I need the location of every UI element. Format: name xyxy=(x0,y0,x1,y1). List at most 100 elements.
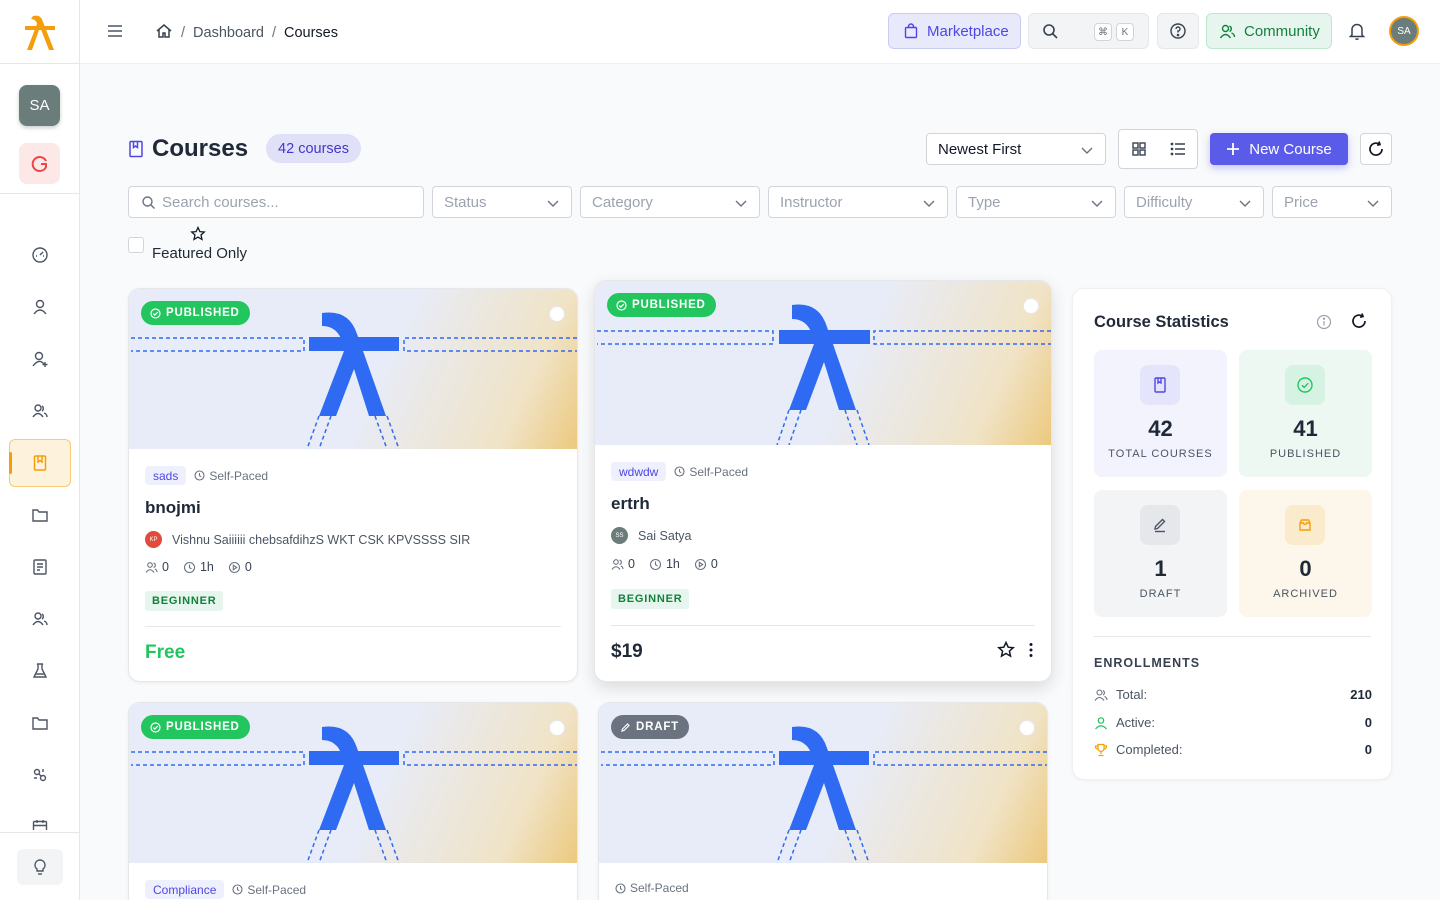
price-filter[interactable]: Price xyxy=(1272,186,1392,218)
draft-value: 1 xyxy=(1154,556,1167,581)
nav-dashboard[interactable] xyxy=(9,231,71,279)
refresh-icon xyxy=(1352,313,1366,328)
archived-value: 0 xyxy=(1299,556,1312,581)
feature-star-button[interactable] xyxy=(997,640,1015,664)
breadcrumb-separator: / xyxy=(271,25,276,41)
check-circle-icon xyxy=(1285,365,1325,405)
more-options-button[interactable] xyxy=(1029,642,1033,663)
sidebar-nav xyxy=(0,230,80,830)
kbd-key: K xyxy=(1116,23,1134,41)
type-filter-label: Type xyxy=(968,193,1001,211)
select-course-checkbox[interactable] xyxy=(1023,298,1039,314)
tips-button[interactable] xyxy=(17,849,63,885)
course-title[interactable]: bnojmi xyxy=(145,498,201,518)
status-badge: PUBLISHED xyxy=(141,715,250,739)
course-price: Free xyxy=(145,642,186,663)
course-thumbnail: DRAFT xyxy=(599,703,1047,863)
nav-groups[interactable] xyxy=(9,595,71,643)
pace-text: Self-Paced xyxy=(689,464,749,479)
course-title[interactable]: ertrh xyxy=(611,494,650,514)
course-card[interactable]: PUBLISHED wdwdw Self-Paced ertrh SS Sai … xyxy=(594,280,1052,682)
sort-select[interactable]: Newest First xyxy=(926,133,1106,165)
type-filter[interactable]: Type xyxy=(956,186,1116,218)
stats-info-button[interactable] xyxy=(1316,314,1332,335)
users-icon xyxy=(32,404,48,418)
profile-avatar[interactable]: SA xyxy=(1389,16,1419,46)
status-filter[interactable]: Status xyxy=(432,186,572,218)
new-course-button[interactable]: New Course xyxy=(1210,133,1348,165)
folder-icon xyxy=(32,509,48,522)
select-course-checkbox[interactable] xyxy=(549,720,565,736)
enrollments-active-value: 0 xyxy=(1364,715,1372,730)
refresh-button[interactable] xyxy=(1360,133,1392,165)
folder-icon xyxy=(32,717,48,730)
difficulty-filter[interactable]: Difficulty xyxy=(1124,186,1264,218)
featured-checkbox[interactable] xyxy=(128,237,144,253)
nav-files[interactable] xyxy=(9,491,71,539)
groups-icon xyxy=(32,612,48,626)
calendar-icon xyxy=(32,820,48,830)
search-icon xyxy=(142,195,155,209)
archived-stat: 0 ARCHIVED xyxy=(1239,490,1372,617)
learners-count: 0 xyxy=(628,557,635,571)
community-button[interactable]: Community xyxy=(1206,13,1332,49)
nav-integrations[interactable] xyxy=(9,751,71,799)
nav-courses[interactable] xyxy=(9,439,71,487)
report-icon xyxy=(33,559,47,575)
course-price: $19 xyxy=(611,641,643,662)
global-search-button[interactable]: ⌘ K xyxy=(1028,13,1149,49)
chevron-down-icon xyxy=(1367,200,1379,207)
nav-calendar[interactable] xyxy=(9,803,71,830)
category-tag: sads xyxy=(145,466,187,485)
user-icon xyxy=(33,299,47,315)
divider xyxy=(611,625,1035,626)
book-icon xyxy=(1140,365,1180,405)
marketplace-button[interactable]: Marketplace xyxy=(888,13,1021,49)
status-badge: DRAFT xyxy=(611,715,689,739)
nav-reports[interactable] xyxy=(9,543,71,591)
search-courses-input[interactable]: Search courses... xyxy=(128,186,424,218)
nav-users[interactable] xyxy=(9,283,71,331)
menu-toggle-button[interactable] xyxy=(106,22,124,45)
nav-folders[interactable] xyxy=(9,699,71,747)
settings-icon xyxy=(33,768,47,782)
grid-view-button[interactable] xyxy=(1119,130,1158,168)
course-card[interactable]: PUBLISHED Compliance Self-Paced xyxy=(128,702,578,900)
pace-label: Self-Paced xyxy=(232,883,306,897)
instructor-name: Sai Satya xyxy=(638,528,692,543)
enrollments-total-label: Total: xyxy=(1116,687,1148,702)
pace-label: Self-Paced xyxy=(674,465,748,479)
notifications-button[interactable] xyxy=(1348,21,1366,46)
nav-labs[interactable] xyxy=(9,647,71,695)
category-filter[interactable]: Category xyxy=(580,186,760,218)
check-circle-icon xyxy=(150,307,161,319)
status-badge: PUBLISHED xyxy=(141,301,250,325)
select-course-checkbox[interactable] xyxy=(549,306,565,322)
course-count-badge: 42 courses xyxy=(266,134,361,163)
course-card[interactable]: DRAFT Self-Paced xyxy=(598,702,1048,900)
user-avatar[interactable]: SA xyxy=(19,85,60,126)
breadcrumb-dashboard[interactable]: Dashboard xyxy=(193,25,264,41)
clock-icon xyxy=(232,884,243,895)
difficulty-filter-label: Difficulty xyxy=(1136,193,1193,211)
enrollments-completed-row: Completed: 0 xyxy=(1094,742,1372,757)
instructor-avatar: SS xyxy=(611,527,628,544)
list-view-button[interactable] xyxy=(1158,130,1197,168)
app-logo[interactable] xyxy=(0,0,79,64)
users-icon xyxy=(1094,688,1108,701)
select-course-checkbox[interactable] xyxy=(1019,720,1035,736)
course-stats: 0 1h 0 xyxy=(611,557,718,571)
instructor-filter[interactable]: Instructor xyxy=(768,186,948,218)
difficulty-badge: BEGINNER xyxy=(145,591,224,611)
duration: 1h xyxy=(665,557,680,571)
home-link[interactable] xyxy=(155,22,173,44)
pace-text: Self-Paced xyxy=(630,881,689,895)
help-button[interactable] xyxy=(1157,13,1199,49)
chevron-down-icon xyxy=(923,200,935,207)
nav-add-user[interactable] xyxy=(9,335,71,383)
course-card[interactable]: PUBLISHED sads Self-Paced bnojmi KP Vish… xyxy=(128,288,578,682)
nav-teams[interactable] xyxy=(9,387,71,435)
instructor-row: KP Vishnu Saiiiiii chebsafdihzS WKT CSK … xyxy=(145,531,470,548)
stats-refresh-button[interactable] xyxy=(1350,312,1368,335)
org-logo-button[interactable] xyxy=(19,143,60,184)
